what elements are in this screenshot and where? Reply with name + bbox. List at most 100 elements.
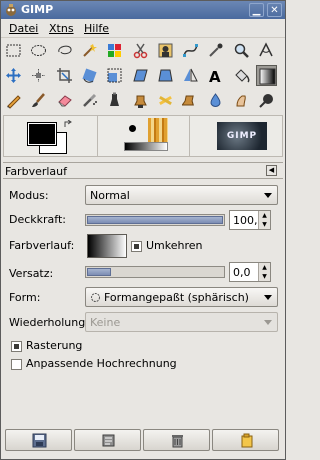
- reset-options-icon: [241, 433, 253, 448]
- restore-options-icon: [102, 434, 115, 447]
- save-options-icon: [32, 433, 47, 448]
- tool-scissors-select-button[interactable]: [130, 40, 151, 61]
- gradient-label: Farbverlauf:: [9, 239, 75, 252]
- blur-icon: [210, 93, 221, 107]
- spiral-shape-icon: [91, 293, 100, 302]
- chevron-down-icon: [264, 320, 272, 325]
- tool-flip-button[interactable]: [180, 65, 201, 86]
- offset-label: Versatz:: [9, 267, 54, 280]
- swatch-divider: [189, 116, 190, 156]
- tool-foreground-select-button[interactable]: [155, 40, 176, 61]
- foreground-color-swatch[interactable]: [27, 122, 57, 146]
- pattern-indicator[interactable]: [148, 118, 168, 142]
- gradient-indicator[interactable]: [124, 142, 168, 151]
- offset-slider-fill: [87, 268, 111, 276]
- offset-slider[interactable]: [85, 266, 225, 278]
- offset-spinbutton[interactable]: 0,0 ▲ ▼: [229, 262, 271, 282]
- dither-checkbox[interactable]: [11, 341, 22, 352]
- tool-blur-button[interactable]: [205, 90, 226, 111]
- tool-smudge-button[interactable]: [231, 90, 252, 111]
- svg-text:A: A: [209, 68, 221, 84]
- tool-lasso-select-button[interactable]: [54, 40, 75, 61]
- tool-move-button[interactable]: [3, 65, 24, 86]
- tool-align-button[interactable]: [28, 65, 49, 86]
- spin-arrows-icon[interactable]: ▲ ▼: [258, 263, 270, 281]
- move-icon: [6, 68, 21, 83]
- restore-options-button[interactable]: [74, 429, 141, 451]
- reset-options-button[interactable]: [212, 429, 279, 451]
- mode-label: Modus:: [9, 189, 49, 202]
- select-by-color-icon: [108, 44, 122, 57]
- tool-clone-button[interactable]: [130, 90, 151, 111]
- tool-pencil-button[interactable]: [3, 90, 24, 111]
- reverse-checkbox[interactable]: [131, 241, 142, 252]
- menu-hilfe[interactable]: Hilfe: [84, 22, 109, 35]
- opacity-slider[interactable]: [85, 214, 225, 226]
- tool-dodge-burn-button[interactable]: [256, 90, 277, 111]
- tool-perspective-button[interactable]: [155, 65, 176, 86]
- spin-arrows-icon[interactable]: ▲ ▼: [258, 211, 270, 229]
- tool-ink-button[interactable]: [104, 90, 125, 111]
- scissors-select-icon: [133, 43, 147, 59]
- tool-text-button[interactable]: A: [205, 65, 226, 86]
- shape-combo[interactable]: Formangepaßt (sphärisch): [85, 287, 278, 307]
- opacity-slider-fill: [87, 216, 223, 224]
- tool-select-by-color-button[interactable]: [104, 40, 125, 61]
- align-icon: [32, 69, 46, 82]
- paintbrush-icon: [32, 93, 46, 107]
- perspective-clone-icon: [182, 95, 195, 106]
- tool-fuzzy-select-button[interactable]: [79, 40, 100, 61]
- blend-icon: [259, 68, 276, 85]
- gimp-toolbox-window: GIMP ▁ ✕ Datei Xtns Hilfe A GIMP Farbver…: [0, 0, 286, 460]
- tool-heal-button[interactable]: [155, 90, 176, 111]
- tool-shear-button[interactable]: [130, 65, 151, 86]
- tool-paths-button[interactable]: [180, 40, 201, 61]
- tool-color-picker-button[interactable]: [205, 40, 226, 61]
- menu-bar: Datei Xtns Hilfe: [1, 19, 285, 38]
- tool-scale-button[interactable]: [104, 65, 125, 86]
- color-picker-icon: [209, 43, 223, 57]
- delete-options-button[interactable]: [143, 429, 210, 451]
- brush-indicator[interactable]: [124, 120, 140, 136]
- chevron-down-icon: [264, 295, 272, 300]
- minimize-icon[interactable]: ▁: [249, 3, 264, 17]
- tool-paintbrush-button[interactable]: [28, 90, 49, 111]
- supersample-checkbox[interactable]: [11, 359, 22, 370]
- opacity-label: Deckkraft:: [9, 213, 66, 226]
- tool-crop-button[interactable]: [54, 65, 75, 86]
- tool-perspective-clone-button[interactable]: [180, 90, 201, 111]
- opacity-spinbutton[interactable]: 100,0 ▲ ▼: [229, 210, 271, 230]
- tool-blend-button[interactable]: [256, 65, 277, 86]
- save-options-button[interactable]: [5, 429, 72, 451]
- rect-select-icon: [6, 44, 21, 57]
- gradient-preview-button[interactable]: [87, 234, 127, 258]
- perspective-icon: [158, 69, 173, 82]
- indicator-area: GIMP: [3, 115, 283, 157]
- menu-xtns-label: Xtns: [49, 22, 74, 35]
- tool-ellipse-select-button[interactable]: [28, 40, 49, 61]
- tool-airbrush-button[interactable]: [79, 90, 100, 111]
- panel-menu-icon[interactable]: ◀: [266, 165, 277, 176]
- tool-rect-select-button[interactable]: [3, 40, 24, 61]
- tool-eraser-button[interactable]: [54, 90, 75, 111]
- repeat-combo[interactable]: Keine: [85, 312, 278, 332]
- tool-bucket-fill-button[interactable]: [231, 65, 252, 86]
- shape-value: Formangepaßt (sphärisch): [104, 291, 249, 304]
- menu-datei[interactable]: Datei: [9, 22, 38, 35]
- dodge-burn-icon: [259, 94, 273, 108]
- tool-zoom-button[interactable]: [231, 40, 252, 61]
- menu-xtns[interactable]: Xtns: [49, 22, 74, 35]
- active-image-thumbnail[interactable]: GIMP: [217, 122, 267, 150]
- shear-icon: [132, 69, 148, 82]
- close-icon[interactable]: ✕: [267, 3, 282, 17]
- tool-rotate-button[interactable]: [79, 65, 100, 86]
- shape-label: Form:: [9, 291, 41, 304]
- window-title: GIMP: [21, 3, 54, 16]
- supersample-label: Anpassende Hochrechnung: [26, 357, 177, 370]
- mode-combo[interactable]: Normal: [85, 185, 278, 205]
- tool-options-button-bar: [3, 429, 283, 455]
- swap-colors-icon[interactable]: [64, 120, 73, 129]
- tool-measure-button[interactable]: [256, 40, 277, 61]
- zoom-icon: [234, 43, 249, 58]
- chevron-down-icon: [264, 193, 272, 198]
